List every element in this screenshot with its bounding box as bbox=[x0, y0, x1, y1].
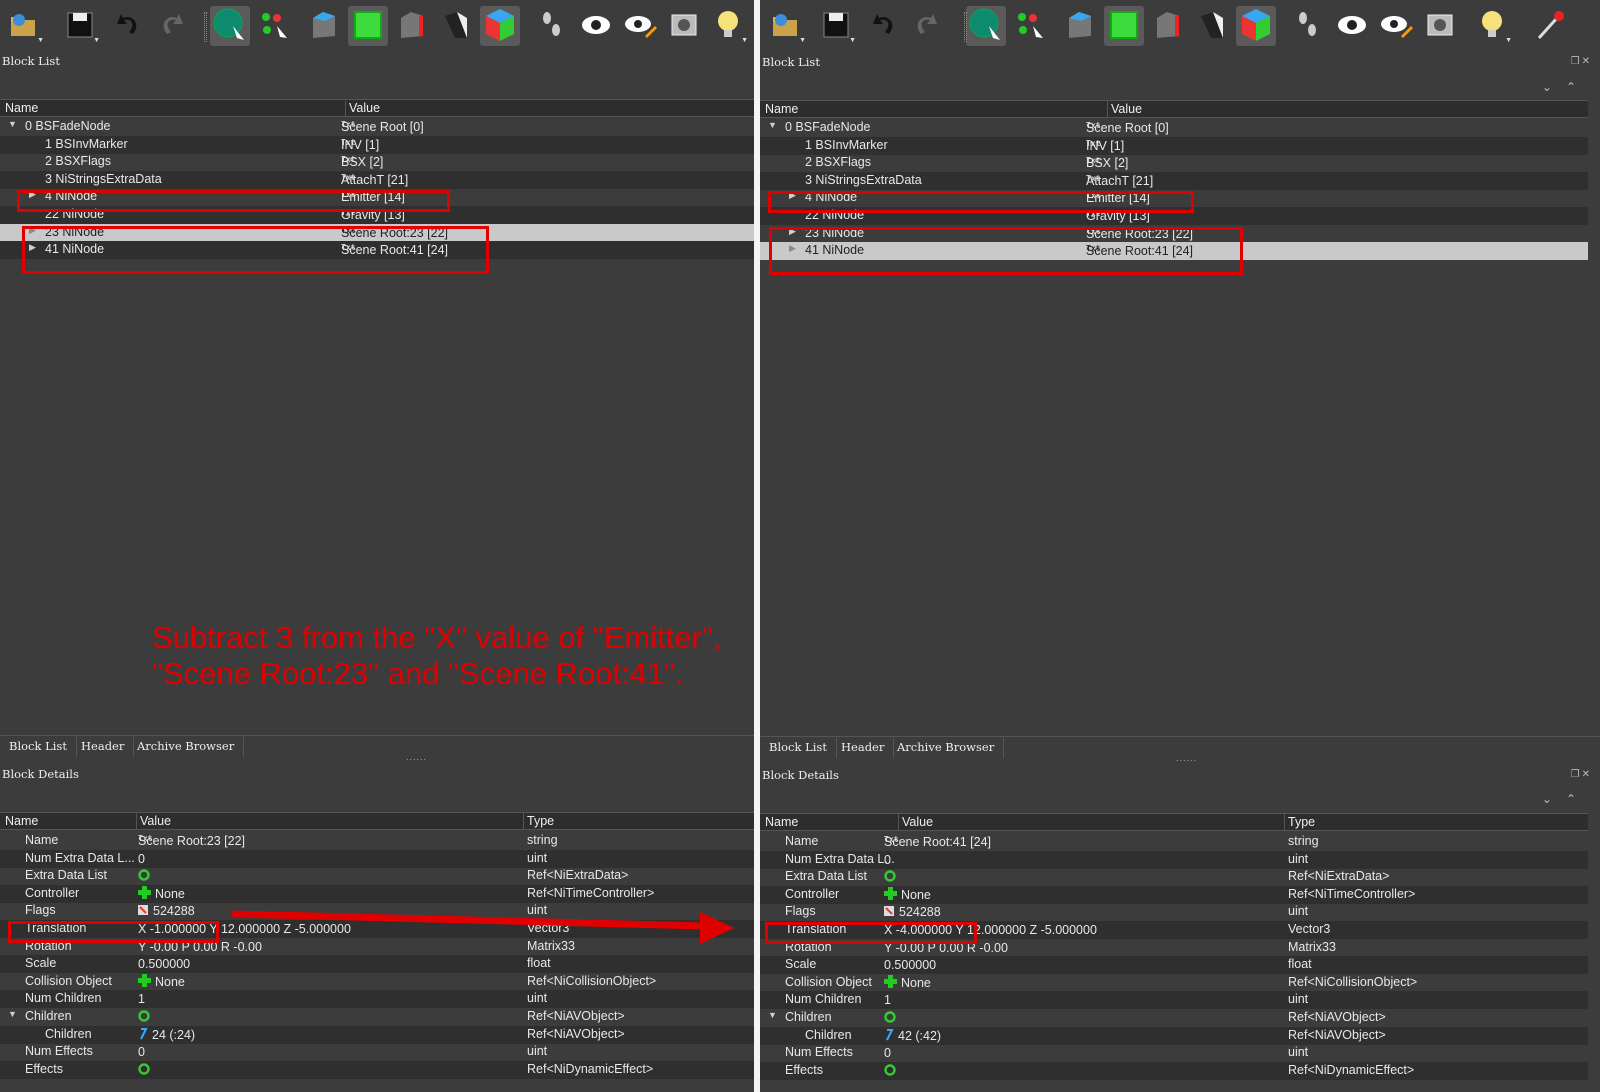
red-arrow bbox=[231, 910, 734, 944]
screenshot-root: ▼ ▼ ▼ Block List Name Value ▼ 0 BSFadeNode T… bbox=[0, 0, 1600, 1092]
